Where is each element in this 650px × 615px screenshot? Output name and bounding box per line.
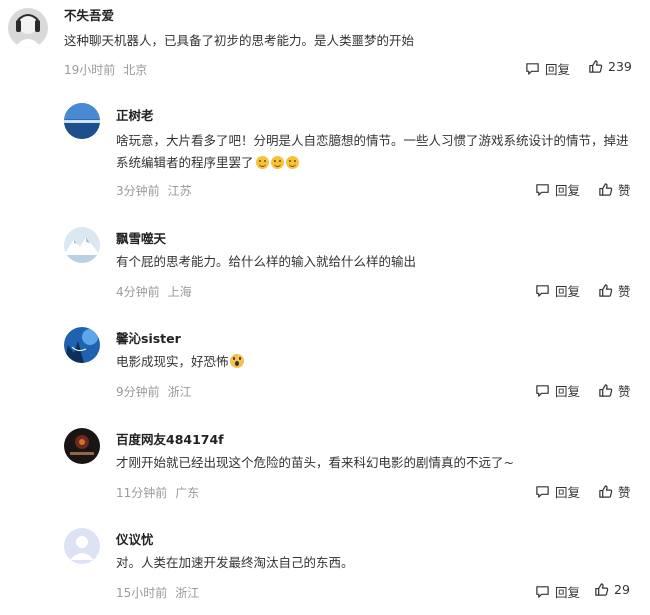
location: 上海	[167, 285, 192, 299]
comment-meta: 19小时前 北京	[64, 61, 147, 78]
comment-meta: 15小时前 浙江	[116, 584, 199, 601]
avatar[interactable]	[64, 327, 100, 363]
comment-item: 仪议忧 对。人类在加速开发最终淘汰自己的东西。 15小时前 浙江 回复 29	[0, 522, 650, 615]
comment-text: 啥玩意，大片看多了吧！分明是人自恋臆想的情节。一些人习惯了游戏系统设计的情节，掉…	[116, 130, 631, 174]
username[interactable]: 正树老	[116, 105, 154, 124]
reply-button[interactable]: 回复	[535, 482, 580, 501]
comment-icon	[536, 586, 549, 598]
avatar[interactable]	[64, 103, 100, 139]
comment-text: 对。人类在加速开发最终淘汰自己的东西。	[116, 555, 354, 570]
comment-icon	[536, 486, 549, 498]
timestamp: 11分钟前	[116, 486, 168, 500]
reply-label: 回复	[555, 284, 581, 299]
comment-text-content: 电影成现实，好恐怖	[116, 354, 229, 369]
comment-icon	[536, 184, 549, 196]
reply-label: 回复	[555, 485, 581, 500]
comment-text-content: 啥玩意，大片看多了吧！分明是人自恋臆想的情节。一些人习惯了游戏系统设计的情节，掉…	[116, 133, 629, 170]
like-button[interactable]: 赞	[598, 281, 631, 300]
reply-button[interactable]: 回复	[535, 582, 580, 601]
reply-button[interactable]: 回复	[535, 281, 580, 300]
location: 浙江	[167, 385, 192, 399]
timestamp: 9分钟前	[116, 385, 160, 399]
timestamp: 19小时前	[64, 63, 116, 77]
reply-button[interactable]: 回复	[525, 59, 570, 78]
like-count: 赞	[618, 485, 631, 500]
avatar[interactable]	[64, 227, 100, 263]
like-count: 赞	[618, 384, 631, 399]
location: 江苏	[167, 184, 192, 198]
reply-label: 回复	[555, 183, 581, 198]
timestamp: 15小时前	[116, 586, 168, 600]
username[interactable]: 不失吾爱	[64, 5, 114, 24]
comment-text: 才刚开始就已经出现这个危险的苗头，看来科幻电影的剧情真的不远了~	[116, 455, 514, 470]
smile-emoji-icon	[285, 156, 299, 169]
comment-item: 飘雪噬天 有个屁的思考能力。给什么样的输入就给什么样的输出 4分钟前 上海 回复 …	[0, 221, 650, 306]
comment-item: 馨沁sister 电影成现实，好恐怖 9分钟前 浙江 回复 赞	[0, 321, 650, 406]
thumbs-up-icon	[595, 583, 609, 596]
comment-text: 这种聊天机器人，已具备了初步的思考能力。是人类噩梦的开始	[64, 33, 415, 48]
reply-button[interactable]: 回复	[535, 180, 580, 199]
timestamp: 4分钟前	[116, 285, 160, 299]
timestamp: 3分钟前	[116, 184, 160, 198]
comment-text: 电影成现实，好恐怖	[116, 351, 631, 373]
username[interactable]: 仪议忧	[116, 529, 154, 548]
comment-meta: 4分钟前 上海	[116, 283, 192, 300]
smile-emoji-icon	[255, 156, 269, 169]
like-count: 239	[608, 59, 632, 74]
comment-meta: 9分钟前 浙江	[116, 383, 192, 400]
reply-label: 回复	[555, 384, 581, 399]
like-button[interactable]: 赞	[598, 381, 631, 400]
thumbs-up-icon	[589, 60, 603, 73]
username[interactable]: 百度网友484174f	[116, 429, 224, 448]
comment-icon	[536, 385, 549, 397]
scream-emoji-icon	[229, 354, 244, 368]
comment-meta: 11分钟前 广东	[116, 484, 199, 501]
username[interactable]: 馨沁sister	[116, 328, 181, 347]
thumbs-up-icon	[599, 284, 613, 297]
like-count: 赞	[618, 284, 631, 299]
location: 广东	[175, 486, 200, 500]
avatar[interactable]	[8, 8, 48, 48]
comment-item: 百度网友484174f 才刚开始就已经出现这个危险的苗头，看来科幻电影的剧情真的…	[0, 422, 650, 507]
comment-item: 不失吾爱 这种聊天机器人，已具备了初步的思考能力。是人类噩梦的开始 19小时前北…	[0, 0, 650, 90]
thumbs-up-icon	[599, 485, 613, 498]
comment-icon	[526, 63, 539, 75]
like-count: 赞	[618, 183, 631, 198]
like-button[interactable]: 赞	[598, 482, 631, 501]
thumbs-up-icon	[599, 384, 613, 397]
reply-button[interactable]: 回复	[535, 381, 580, 400]
avatar[interactable]	[64, 428, 100, 464]
smile-emoji-icon	[270, 156, 284, 169]
comment-item: 正树老 啥玩意，大片看多了吧！分明是人自恋臆想的情节。一些人习惯了游戏系统设计的…	[0, 95, 650, 205]
comment-meta: 3分钟前 江苏	[116, 182, 192, 199]
comment-icon	[536, 285, 549, 297]
avatar[interactable]	[64, 528, 100, 564]
comment-text: 有个屁的思考能力。给什么样的输入就给什么样的输出	[116, 254, 417, 269]
like-count: 29	[614, 582, 630, 597]
like-button[interactable]: 239	[588, 59, 632, 74]
like-button[interactable]: 赞	[598, 180, 631, 199]
username[interactable]: 飘雪噬天	[116, 228, 166, 247]
reply-label: 回复	[555, 585, 581, 600]
location: 北京	[123, 63, 148, 77]
thumbs-up-icon	[599, 183, 613, 196]
reply-label: 回复	[545, 62, 571, 77]
location: 浙江	[175, 586, 200, 600]
like-button[interactable]: 29	[594, 582, 630, 597]
